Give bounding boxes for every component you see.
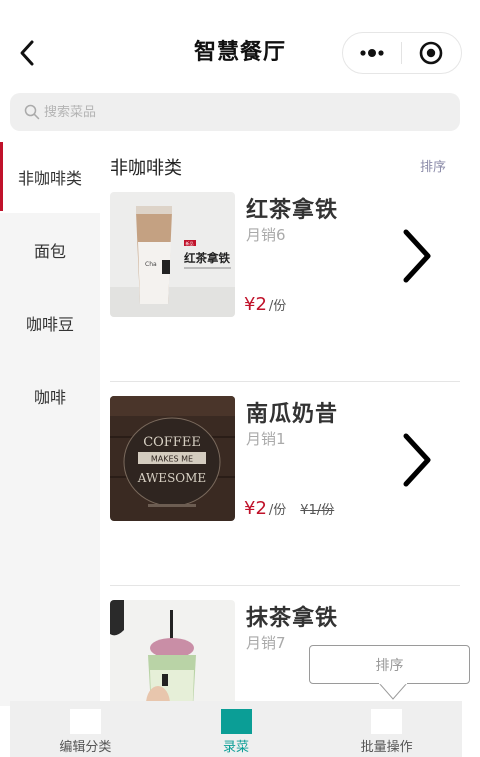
product-image (110, 600, 235, 706)
product-sales: 月销7 (246, 634, 286, 652)
svg-text:Cha: Cha (145, 261, 157, 268)
cup-label-text: 红茶拿铁 (184, 251, 230, 265)
price-row: ¥2 /份 (244, 294, 286, 315)
sidebar-item-label: 咖啡豆 (25, 314, 74, 334)
product-price: ¥2 (244, 294, 267, 315)
sidebar-item-bread[interactable]: 面包 (0, 213, 100, 286)
bottom-tab-bar: 编辑分类 录菜 批量操作 (10, 701, 462, 757)
add-dish-icon (220, 709, 252, 734)
cup-badge-text: 新品 (186, 240, 194, 246)
tab-label: 录菜 (223, 740, 250, 755)
product-image: Cha 新品 红茶拿铁 (110, 192, 235, 317)
category-sidebar: 非咖啡类 面包 咖啡豆 咖啡 (0, 140, 100, 706)
edit-category-icon (69, 709, 101, 734)
product-name: 抹茶拿铁 (246, 606, 339, 631)
popup-caret-icon (378, 683, 408, 700)
tab-label: 编辑分类 (59, 740, 112, 755)
board-text: COFFEE (143, 435, 201, 450)
tab-label: 批量操作 (360, 740, 413, 755)
chevron-right-icon[interactable] (400, 228, 434, 284)
sidebar-item-coffee-beans[interactable]: 咖啡豆 (0, 286, 100, 359)
tab-add-dish[interactable]: 录菜 (161, 701, 312, 757)
category-title: 非咖啡类 (110, 158, 182, 179)
price-row: ¥2 /份 ¥1/份 (244, 498, 334, 519)
target-icon (419, 41, 443, 65)
price-unit: /份 (268, 299, 287, 314)
sort-popup-button[interactable]: 排序 (309, 645, 470, 684)
product-sales: 月销1 (246, 430, 286, 448)
sidebar-item-coffee[interactable]: 咖啡 (0, 359, 100, 432)
search-bar[interactable] (10, 93, 460, 131)
original-price: ¥1/份 (300, 503, 335, 518)
board-text: AWESOME (137, 471, 206, 485)
chevron-right-icon[interactable] (400, 432, 434, 488)
sort-link[interactable]: 排序 (420, 156, 446, 175)
nav-bar: 智慧餐厅 (0, 0, 480, 92)
product-sales: 月销6 (246, 226, 286, 244)
product-list: 非咖啡类 排序 Cha 新品 红茶拿铁 红茶拿铁 月销6 ¥2 /份 COFFE… (100, 140, 480, 706)
sidebar-item-label: 咖啡 (33, 387, 66, 407)
tab-edit-category[interactable]: 编辑分类 (10, 701, 161, 757)
tab-batch-operation[interactable]: 批量操作 (311, 701, 462, 757)
capsule-menu (342, 32, 462, 74)
board-text: MAKES ME (151, 455, 193, 464)
sidebar-item-non-coffee[interactable]: 非咖啡类 (0, 140, 100, 213)
product-name: 南瓜奶昔 (246, 402, 339, 427)
batch-operation-icon (371, 709, 403, 734)
sidebar-item-label: 面包 (33, 241, 66, 261)
product-name: 红茶拿铁 (246, 198, 339, 223)
price-unit: /份 (268, 503, 287, 518)
close-button[interactable] (402, 33, 460, 73)
search-input[interactable] (44, 104, 424, 120)
product-price: ¥2 (244, 498, 267, 519)
more-dots-icon (360, 49, 384, 57)
product-item[interactable]: Cha 新品 红茶拿铁 红茶拿铁 月销6 ¥2 /份 (110, 192, 460, 382)
product-item[interactable]: COFFEE MAKES ME AWESOME 南瓜奶昔 月销1 ¥2 /份 ¥… (110, 396, 460, 586)
more-button[interactable] (343, 33, 401, 73)
search-icon (24, 104, 40, 120)
product-image: COFFEE MAKES ME AWESOME (110, 396, 235, 521)
sidebar-item-label: 非咖啡类 (17, 168, 82, 188)
